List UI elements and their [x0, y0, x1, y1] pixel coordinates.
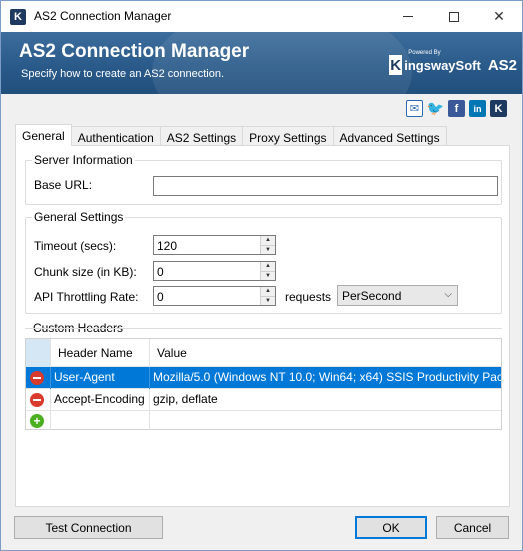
cancel-button[interactable]: Cancel	[436, 516, 509, 539]
minimize-button[interactable]	[385, 1, 431, 32]
general-settings-legend: General Settings	[32, 210, 126, 224]
maximize-button[interactable]	[431, 1, 477, 32]
linkedin-icon[interactable]: in	[469, 100, 486, 117]
header-value-cell[interactable]: gzip, deflate	[150, 389, 501, 411]
header-name-cell[interactable]: Accept-Encoding	[51, 389, 150, 411]
throttling-rate-value: 0	[157, 290, 164, 304]
general-tab-panel: Server Information Base URL: General Set…	[15, 145, 510, 507]
product-name: AS2	[487, 56, 517, 74]
spin-up-icon[interactable]: ▲	[261, 262, 275, 272]
header-value-cell[interactable]: Mozilla/5.0 (Windows NT 10.0; Win64; x64…	[150, 367, 501, 389]
brand-k-mark: K	[389, 55, 403, 75]
brand-powered-by: Powered By	[408, 49, 441, 56]
throttling-rate-label: API Throttling Rate:	[34, 290, 139, 304]
kingswaysoft-logo: K Powered By ingswaySoft AS2	[389, 50, 517, 78]
tab-general[interactable]: General	[15, 124, 72, 146]
mail-icon[interactable]: ✉	[406, 100, 423, 117]
facebook-icon[interactable]: f	[448, 100, 465, 117]
row-action-cell: +	[26, 411, 51, 430]
tab-as2-settings[interactable]: AS2 Settings	[159, 126, 244, 146]
brand-text: Powered By ingswaySoft	[404, 50, 481, 73]
spin-down-icon[interactable]: ▼	[261, 245, 275, 254]
banner-title: AS2 Connection Manager	[19, 41, 250, 62]
custom-headers-group	[25, 328, 502, 329]
requests-label: requests	[285, 290, 332, 304]
new-header-name-cell[interactable]	[51, 411, 150, 430]
throttling-spin-buttons: ▲ ▼	[260, 287, 275, 305]
title-bar[interactable]: K AS2 Connection Manager ✕	[1, 1, 522, 32]
row-selector-header	[26, 339, 51, 367]
chunk-size-value: 0	[157, 265, 164, 279]
remove-row-icon[interactable]	[30, 371, 44, 385]
spin-up-icon[interactable]: ▲	[261, 287, 275, 297]
timeout-value: 120	[157, 239, 178, 253]
connection-manager-window: K AS2 Connection Manager ✕ AS2 Connectio…	[0, 0, 523, 551]
timeout-spin-buttons: ▲ ▼	[260, 236, 275, 254]
maximize-icon	[449, 11, 459, 22]
table-row[interactable]: User-Agent Mozilla/5.0 (Windows NT 10.0;…	[26, 367, 501, 389]
new-row[interactable]: +	[26, 411, 501, 430]
add-row-icon[interactable]: +	[30, 414, 44, 428]
column-header-value[interactable]: Value	[150, 339, 501, 367]
server-information-group: Server Information Base URL:	[25, 153, 502, 205]
social-links: ✉ 🐦 f in K	[406, 100, 507, 117]
banner-subtitle: Specify how to create an AS2 connection.	[21, 68, 225, 80]
timeout-stepper[interactable]: 120 ▲ ▼	[153, 235, 276, 255]
chunk-size-stepper[interactable]: 0 ▲ ▼	[153, 261, 276, 281]
close-button[interactable]: ✕	[476, 1, 522, 32]
base-url-input[interactable]	[153, 176, 498, 196]
ok-button[interactable]: OK	[355, 516, 427, 539]
header-banner: AS2 Connection Manager Specify how to cr…	[1, 32, 522, 94]
chunk-size-spin-buttons: ▲ ▼	[260, 262, 275, 280]
column-header-name[interactable]: Header Name	[51, 339, 150, 367]
remove-row-icon[interactable]	[30, 393, 44, 407]
timeout-label: Timeout (secs):	[34, 239, 117, 253]
kingswaysoft-icon[interactable]: K	[490, 100, 507, 117]
server-information-legend: Server Information	[32, 153, 135, 167]
chevron-down-icon: ⌵	[444, 289, 452, 300]
new-header-value-cell[interactable]	[150, 411, 501, 430]
row-action-cell	[26, 367, 51, 389]
grid-header-row: Header Name Value	[26, 339, 501, 367]
kingswaysoft-app-icon: K	[10, 9, 26, 25]
header-name-cell[interactable]: User-Agent	[51, 367, 150, 389]
test-connection-button[interactable]: Test Connection	[14, 516, 163, 539]
tab-proxy-settings[interactable]: Proxy Settings	[242, 126, 334, 146]
minimize-icon	[403, 16, 413, 17]
chunk-size-label: Chunk size (in KB):	[34, 265, 137, 279]
throttling-unit-value: PerSecond	[342, 289, 402, 303]
brand-name: ingswaySoft	[404, 57, 481, 73]
throttling-rate-stepper[interactable]: 0 ▲ ▼	[153, 286, 276, 306]
row-action-cell	[26, 389, 51, 411]
tab-advanced-settings[interactable]: Advanced Settings	[332, 126, 447, 146]
custom-headers-grid[interactable]: Header Name Value User-Agent Mozilla/5.0…	[25, 338, 502, 430]
spin-down-icon[interactable]: ▼	[261, 296, 275, 305]
tab-authentication[interactable]: Authentication	[70, 126, 161, 146]
tab-strip: General Authentication AS2 Settings Prox…	[15, 124, 447, 146]
base-url-label: Base URL:	[34, 178, 93, 192]
spin-up-icon[interactable]: ▲	[261, 236, 275, 246]
twitter-icon[interactable]: 🐦	[427, 100, 444, 117]
throttling-unit-select[interactable]: PerSecond ⌵	[337, 285, 458, 306]
spin-down-icon[interactable]: ▼	[261, 271, 275, 280]
close-icon: ✕	[493, 8, 505, 24]
general-settings-group: General Settings Timeout (secs): 120 ▲ ▼…	[25, 210, 502, 314]
table-row[interactable]: Accept-Encoding gzip, deflate	[26, 389, 501, 411]
window-title: AS2 Connection Manager	[34, 9, 172, 23]
